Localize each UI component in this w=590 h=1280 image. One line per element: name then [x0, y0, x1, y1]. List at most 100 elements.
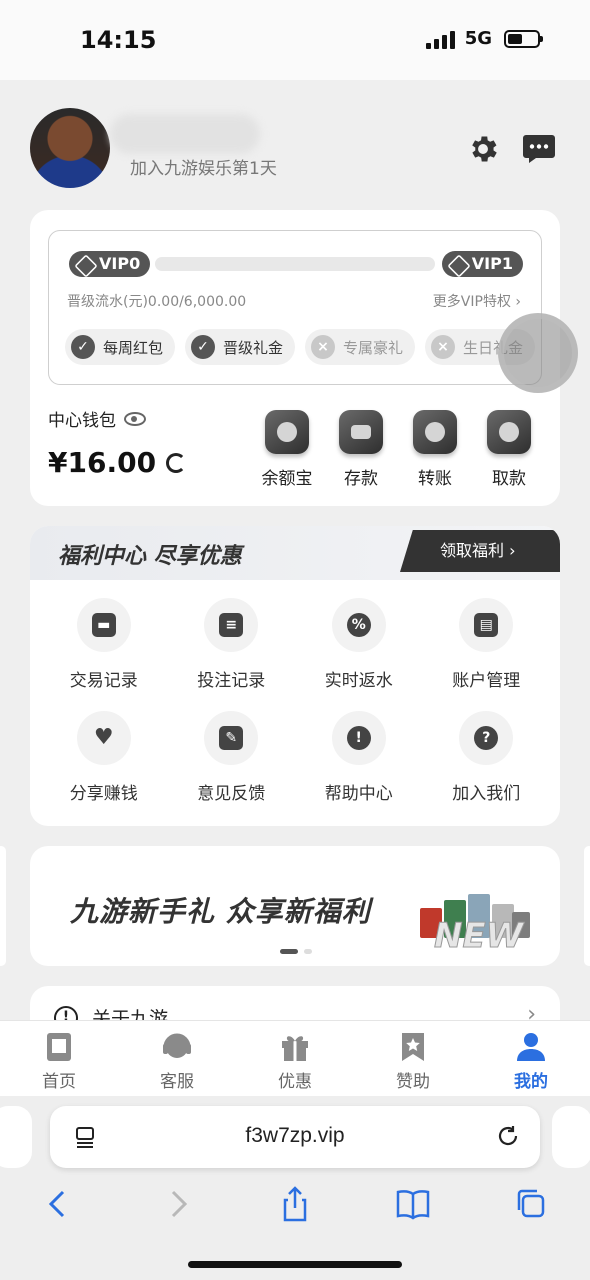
grid-item-label: 实时返水 — [324, 671, 393, 691]
vip-current-badge: VIP0 — [69, 251, 151, 277]
tab-home[interactable]: 首页 — [4, 1021, 114, 1096]
question-icon: ? — [459, 711, 514, 765]
tab-mine[interactable]: 我的 — [476, 1021, 586, 1096]
info-icon: ! — [54, 1006, 78, 1020]
handshake-icon: ♥ — [76, 711, 131, 765]
home-indicator — [188, 1261, 402, 1268]
refresh-icon[interactable] — [166, 452, 187, 473]
perk-weekly-bonus[interactable]: ✓ 每周红包 — [65, 329, 176, 365]
eye-icon[interactable] — [124, 411, 146, 426]
tab-support[interactable]: 客服 — [122, 1021, 232, 1096]
perk-exclusive-gift[interactable]: × 专属豪礼 — [305, 329, 416, 365]
edit-note-icon: ✎ — [204, 711, 259, 765]
balance-amount: ¥16.00 — [48, 446, 157, 479]
user-icon — [517, 1033, 545, 1061]
about-row[interactable]: ! 关于九游 › — [30, 986, 560, 1020]
benefit-title: 福利中心 尽享优惠 — [58, 544, 242, 569]
gear-icon[interactable] — [466, 132, 500, 166]
action-yuebao-button[interactable]: 余额宝 — [261, 410, 313, 489]
grid-item-feedback[interactable]: ✎ 意见反馈 — [168, 711, 296, 804]
share-icon[interactable] — [275, 1186, 315, 1222]
gift-icon — [282, 1036, 308, 1061]
forward-icon[interactable] — [157, 1186, 197, 1222]
tab-offers[interactable]: 优惠 — [240, 1021, 350, 1096]
carousel-prev-peek — [0, 846, 6, 966]
prev-tab-peek[interactable] — [0, 1106, 32, 1168]
perk-label: 晋级礼金 — [223, 338, 284, 357]
avatar[interactable] — [30, 108, 110, 188]
wallet-icon: ▬ — [76, 598, 131, 652]
back-icon[interactable] — [39, 1186, 79, 1222]
alert-icon: ! — [331, 711, 386, 765]
signal-icon — [425, 29, 455, 49]
action-label: 余额宝 — [261, 469, 313, 489]
profile-page: 加入九游娱乐第1天 VIP0 VIP1 晋级流水(元)0.00/6,000.00… — [0, 80, 590, 1020]
grid-item-label: 帮助中心 — [324, 784, 393, 804]
perk-label: 专属豪礼 — [343, 338, 404, 357]
carousel-dot[interactable] — [304, 949, 312, 954]
reload-icon[interactable] — [496, 1124, 520, 1148]
vip-more-link[interactable]: 更多VIP特权 › — [433, 291, 521, 311]
action-withdraw-button[interactable]: 取款 — [484, 410, 534, 489]
grid-item-label: 投注记录 — [197, 671, 266, 691]
tab-sponsor[interactable]: 赞助 — [358, 1021, 468, 1096]
grid-item-account[interactable]: ▤ 账户管理 — [423, 598, 551, 691]
grid-item-transactions[interactable]: ▬ 交易记录 — [40, 598, 168, 691]
carousel-dot-active[interactable] — [280, 949, 298, 954]
action-deposit-button[interactable]: 存款 — [336, 410, 386, 489]
transfer-icon — [413, 410, 457, 454]
action-label: 取款 — [492, 469, 526, 489]
benefit-grid: ▬ 交易记录 ≡ 投注记录 % 实时返水 ▤ 账户管理 ♥ 分享赚钱 ✎ 意见反… — [40, 598, 550, 804]
grid-item-label: 分享赚钱 — [69, 784, 138, 804]
status-time: 14:15 — [80, 26, 157, 54]
check-icon: ✓ — [191, 335, 216, 359]
grid-item-label: 加入我们 — [452, 784, 521, 804]
message-icon[interactable] — [522, 134, 556, 164]
promo-banner[interactable]: 九游新手礼 众享新福利 NEW — [30, 846, 560, 966]
bottom-tab-bar: 首页 客服 优惠 赞助 我的 — [0, 1020, 590, 1096]
chevron-right-icon: › — [527, 1002, 536, 1020]
grid-item-share[interactable]: ♥ 分享赚钱 — [40, 711, 168, 804]
about-label: 关于九游 — [92, 1008, 169, 1020]
touch-indicator — [498, 313, 578, 393]
action-transfer-button[interactable]: 转账 — [410, 410, 460, 489]
grid-item-join-us[interactable]: ? 加入我们 — [423, 711, 551, 804]
grid-item-label: 交易记录 — [69, 671, 138, 691]
id-card-icon: ▤ — [459, 598, 514, 652]
status-indicators: 5G — [425, 28, 543, 49]
vip-panel: VIP0 VIP1 晋级流水(元)0.00/6,000.00 更多VIP特权 ›… — [48, 230, 542, 385]
wallet-card: VIP0 VIP1 晋级流水(元)0.00/6,000.00 更多VIP特权 ›… — [30, 210, 560, 506]
grid-item-bet-records[interactable]: ≡ 投注记录 — [168, 598, 296, 691]
tabs-icon[interactable] — [511, 1186, 551, 1222]
address-bar[interactable]: f3w7zp.vip — [50, 1106, 540, 1168]
grid-item-rebate[interactable]: % 实时返水 — [295, 598, 423, 691]
cross-icon: × — [311, 335, 336, 359]
browser-toolbar — [0, 1184, 590, 1224]
percent-badge-icon: % — [331, 598, 386, 652]
tab-label: 首页 — [42, 1072, 76, 1092]
carousel-next-peek — [584, 846, 590, 966]
withdraw-icon — [487, 410, 531, 454]
username-redacted — [110, 114, 260, 154]
next-tab-peek[interactable] — [552, 1106, 590, 1168]
network-type: 5G — [464, 28, 492, 49]
bookmarks-icon[interactable] — [393, 1186, 433, 1222]
claim-benefits-button[interactable]: 领取福利 › — [400, 530, 560, 572]
calendar-icon: ≡ — [204, 598, 259, 652]
home-doc-icon — [47, 1033, 71, 1061]
tab-label: 优惠 — [278, 1072, 312, 1092]
vip-next-badge: VIP1 — [441, 251, 523, 277]
vault-icon — [265, 410, 309, 454]
url-text: f3w7zp.vip — [245, 1124, 345, 1147]
carousel-dots — [280, 949, 312, 954]
profile-header: 加入九游娱乐第1天 — [30, 108, 560, 188]
tab-label: 客服 — [160, 1072, 194, 1092]
wallet-actions: 余额宝 存款 转账 取款 — [262, 410, 534, 489]
perk-upgrade-bonus[interactable]: ✓ 晋级礼金 — [185, 329, 296, 365]
grid-item-help[interactable]: ! 帮助中心 — [295, 711, 423, 804]
banner-text: 九游新手礼 众享新福利 — [70, 895, 371, 928]
action-label: 存款 — [344, 469, 378, 489]
vip-perks: ✓ 每周红包 ✓ 晋级礼金 × 专属豪礼 × 生日礼金 — [65, 329, 536, 365]
grid-item-label: 账户管理 — [452, 671, 521, 691]
vip-progress-bar — [155, 257, 435, 271]
